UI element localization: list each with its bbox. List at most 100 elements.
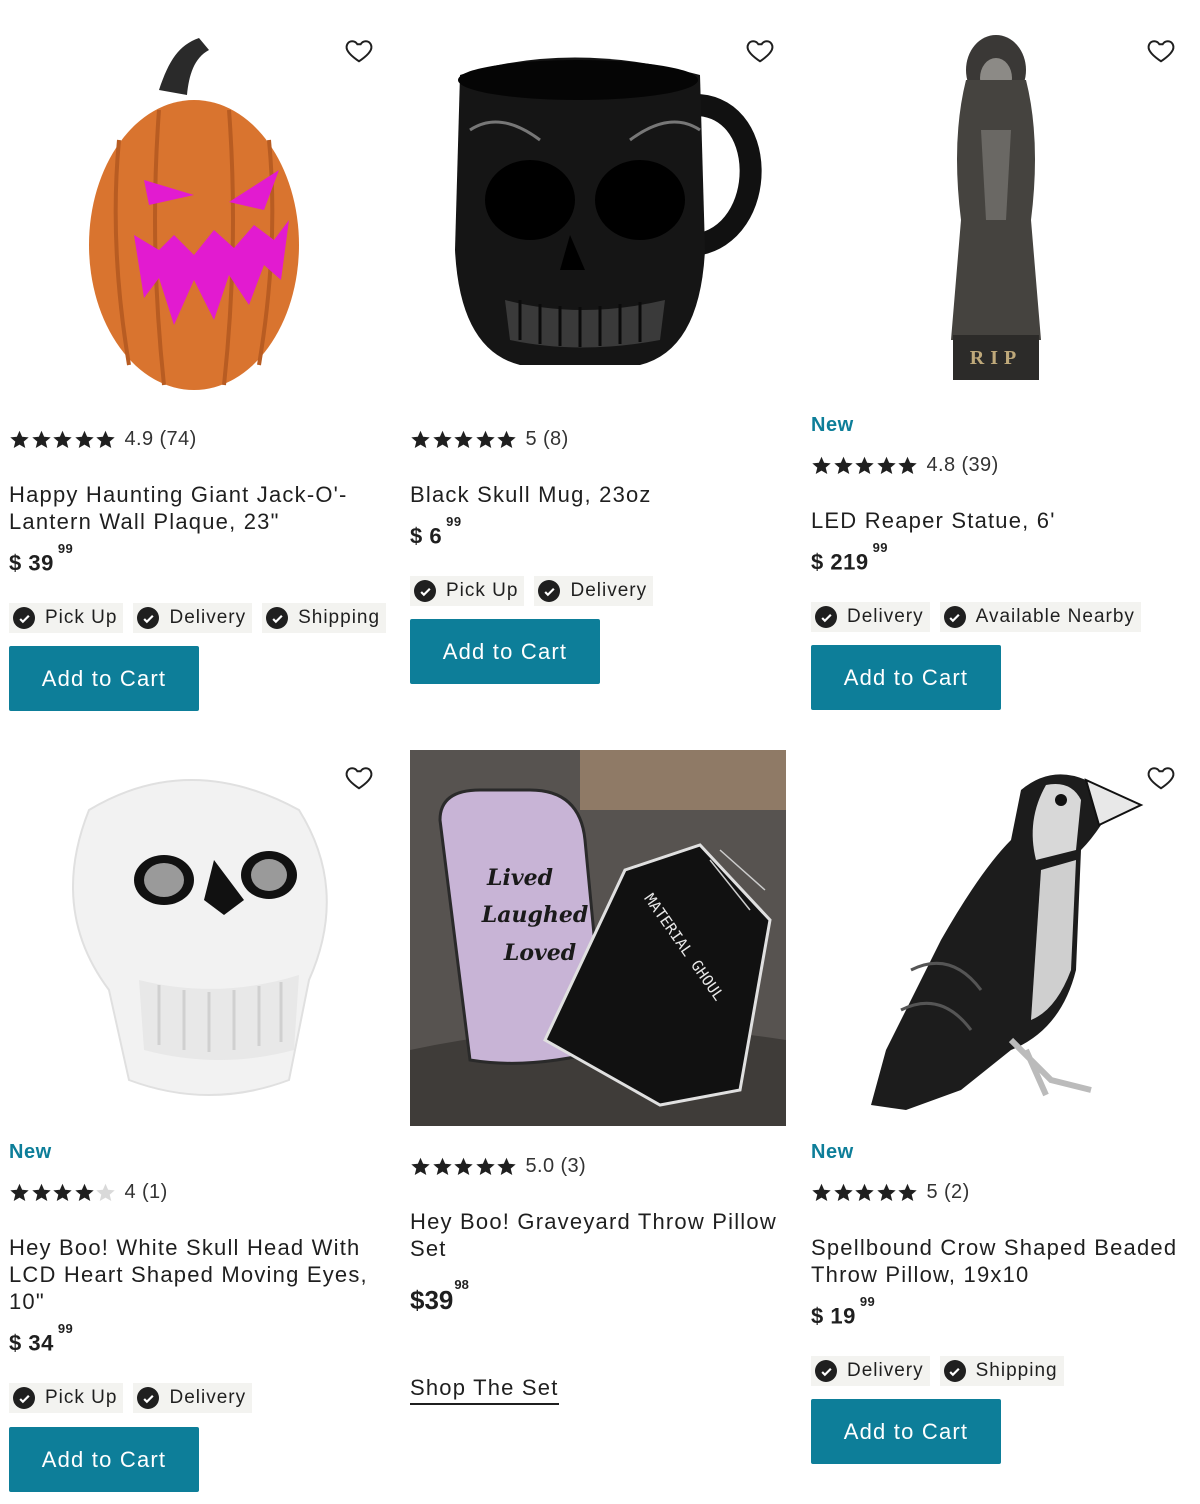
price-cents: 99 (859, 1294, 876, 1309)
rip-text: RIP (970, 347, 1022, 369)
product-price: $3998 (410, 1277, 469, 1316)
price-cents: 98 (454, 1277, 469, 1293)
fulfillment-options: Pick Up Delivery (410, 576, 654, 606)
check-circle-icon (943, 1360, 966, 1382)
fulfillment-chip: Delivery (534, 576, 654, 606)
star-icon (475, 1157, 495, 1175)
price-cents: 99 (446, 514, 462, 529)
star-empty-icon (96, 1183, 115, 1201)
rating-text: 4.9 (74) (124, 428, 197, 450)
star-icon (812, 1183, 831, 1201)
star-rating-icons (9, 1182, 117, 1203)
pillow-text-laughed: Laughed (481, 902, 588, 928)
star-icon (31, 1183, 51, 1201)
rating-text: 4 (1) (124, 1181, 168, 1203)
add-to-cart-button[interactable]: Add to Cart (811, 645, 1001, 710)
price-main: $ 34 (9, 1330, 54, 1356)
star-icon (497, 1157, 516, 1175)
price-cents: 99 (57, 1321, 74, 1336)
star-icon (898, 1183, 917, 1201)
star-rating-icons (9, 429, 117, 450)
fulfillment-label: Delivery (169, 1387, 247, 1408)
star-icon (833, 1183, 853, 1201)
add-to-cart-button[interactable]: Add to Cart (410, 619, 600, 684)
check-circle-icon (538, 580, 561, 602)
star-icon (53, 1183, 72, 1201)
add-to-cart-button[interactable]: Add to Cart (9, 646, 199, 711)
product-title[interactable]: Happy Haunting Giant Jack-O'-Lantern Wal… (9, 481, 384, 535)
star-icon (74, 1183, 94, 1201)
star-icon (876, 1183, 896, 1201)
check-circle-icon (266, 607, 289, 629)
fulfillment-label: Pick Up (446, 580, 519, 601)
price-cents: 99 (57, 541, 74, 556)
fulfillment-chip: Pick Up (9, 1383, 124, 1413)
fulfillment-options: Delivery Available Nearby (811, 602, 1141, 632)
wishlist-heart-icon[interactable] (745, 35, 775, 65)
shop-the-set-link[interactable]: Shop The Set (410, 1375, 559, 1405)
fulfillment-label: Pick Up (45, 1387, 118, 1408)
product-image-reaper-statue[interactable]: RIP (811, 20, 1181, 390)
product-price: $ 21999 (811, 540, 888, 575)
product-price: $ 3999 (9, 541, 73, 576)
star-icon (497, 430, 516, 448)
star-icon (432, 1157, 452, 1175)
new-badge: New (811, 1141, 854, 1163)
check-circle-icon (943, 606, 966, 628)
rating: 5 (2) (811, 1181, 970, 1204)
star-icon (876, 456, 896, 474)
fulfillment-label: Delivery (847, 1360, 924, 1381)
fulfillment-chip: Shipping (939, 1356, 1064, 1386)
price-cents: 99 (872, 540, 889, 555)
fulfillment-chip: Pick Up (9, 603, 124, 633)
rating: 4.8 (39) (811, 454, 999, 477)
product-title[interactable]: LED Reaper Statue, 6' (811, 507, 1186, 534)
wishlist-heart-icon[interactable] (1146, 35, 1176, 65)
fulfillment-label: Shipping (975, 1360, 1058, 1381)
star-rating-icons (410, 429, 518, 450)
fulfillment-label: Delivery (570, 580, 648, 601)
fulfillment-label: Pick Up (45, 607, 118, 628)
fulfillment-label: Available Nearby (975, 606, 1135, 627)
star-icon (96, 430, 115, 448)
fulfillment-chip: Available Nearby (939, 602, 1141, 632)
product-title[interactable]: Spellbound Crow Shaped Beaded Throw Pill… (811, 1234, 1186, 1288)
rating-text: 5 (2) (926, 1181, 970, 1203)
price-main: $39 (410, 1285, 454, 1315)
add-to-cart-button[interactable]: Add to Cart (811, 1399, 1001, 1464)
star-icon (898, 456, 917, 474)
product-image-skull-mug[interactable] (410, 20, 780, 400)
fulfillment-chip: Pick Up (410, 576, 525, 606)
rating: 4.9 (74) (9, 428, 197, 451)
product-image-pumpkin[interactable] (9, 20, 379, 400)
star-icon (53, 430, 72, 448)
star-icon (411, 430, 430, 448)
wishlist-heart-icon[interactable] (344, 35, 374, 65)
product-title[interactable]: Hey Boo! White Skull Head With LCD Heart… (9, 1234, 384, 1315)
rating-text: 4.8 (39) (926, 454, 999, 476)
rating-text: 5 (8) (525, 428, 569, 450)
product-title[interactable]: Black Skull Mug, 23oz (410, 481, 785, 508)
star-icon (855, 456, 874, 474)
wishlist-heart-icon[interactable] (1146, 762, 1176, 792)
product-price: $ 3499 (9, 1321, 73, 1356)
product-image-white-skull[interactable] (9, 750, 379, 1120)
wishlist-heart-icon[interactable] (344, 762, 374, 792)
check-circle-icon (137, 607, 160, 629)
star-icon (475, 430, 495, 448)
check-circle-icon (815, 606, 837, 628)
fulfillment-label: Delivery (847, 606, 924, 627)
star-rating-icons (811, 1182, 919, 1203)
product-image-pillow-set[interactable]: Lived Laughed Loved MATERIAL GHOUL (410, 750, 786, 1126)
product-title[interactable]: Hey Boo! Graveyard Throw Pillow Set (410, 1208, 785, 1262)
rating: 5 (8) (410, 428, 569, 451)
check-circle-icon (13, 607, 35, 629)
star-icon (833, 456, 853, 474)
fulfillment-label: Shipping (298, 607, 381, 628)
add-to-cart-button[interactable]: Add to Cart (9, 1427, 199, 1492)
product-image-crow-pillow[interactable] (811, 750, 1181, 1120)
fulfillment-options: Pick Up Delivery (9, 1383, 253, 1413)
star-icon (74, 430, 94, 448)
fulfillment-chip: Delivery (811, 602, 930, 632)
product-price: $ 1999 (811, 1294, 875, 1329)
